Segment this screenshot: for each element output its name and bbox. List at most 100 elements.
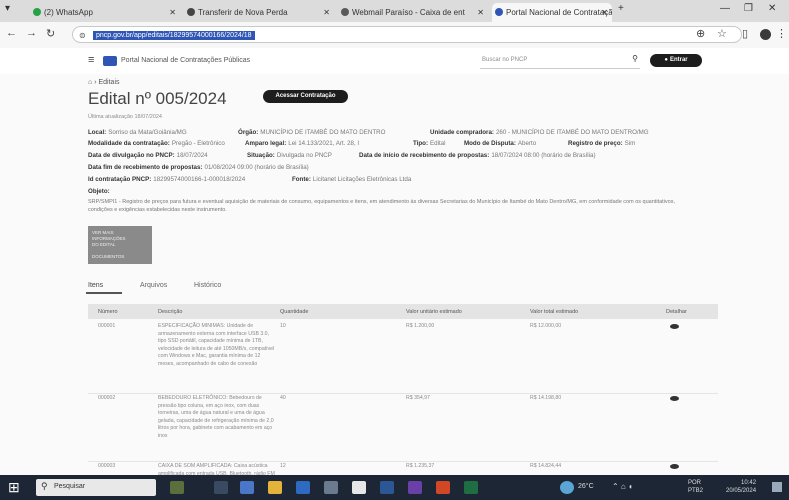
breadcrumb-editais[interactable]: Editais	[98, 79, 119, 86]
site-search-input[interactable]: Buscar no PNCP ⚲	[480, 54, 640, 69]
col-valor-total: Valor total estimado	[530, 309, 579, 315]
field-fonte: Fonte: Licitanet Licitações Eletrônicas L…	[292, 176, 412, 183]
file-explorer-icon[interactable]	[268, 481, 282, 494]
field-id-contratacao: Id contratação PNCP: 18299574000166-1-000…	[88, 176, 246, 183]
view-detail-icon[interactable]	[670, 396, 679, 401]
documents-box[interactable]: VER MAIS INFORMAÇÕES DO EDITAL DOCUMENTO…	[88, 226, 152, 264]
access-contratacao-button[interactable]: Acessar Contratação	[263, 90, 348, 103]
url-field[interactable]: ⊜ pncp.gov.br/app/editais/18299574000166…	[72, 26, 742, 43]
back-icon[interactable]: ←	[6, 27, 17, 39]
reload-icon[interactable]: ↻	[46, 27, 55, 40]
login-button[interactable]: ● Entrar	[650, 54, 702, 67]
tab-history[interactable]: Histórico	[194, 282, 221, 289]
tab-webmail[interactable]: Webmail Paraíso - Caixa de ent ✕	[338, 3, 488, 22]
clock[interactable]: 10:42 20/05/2024	[726, 479, 756, 495]
outlook-icon[interactable]	[296, 481, 310, 494]
field-modo-disputa: Modo de Disputa: Aberto	[464, 140, 537, 147]
whatsapp-icon	[33, 8, 41, 16]
table-header: Número Descrição Quantidade Valor unitár…	[88, 304, 718, 319]
close-tab-icon[interactable]: ✕	[601, 3, 608, 22]
edge-icon[interactable]	[240, 481, 254, 494]
tab-list-icon[interactable]: ▾	[5, 3, 10, 14]
view-detail-icon[interactable]	[670, 464, 679, 469]
browser-tab-bar: ▾ (2) WhatsApp ✕ Transferir de Nova Perd…	[0, 0, 789, 22]
windows-start-icon[interactable]: ⊞	[8, 480, 22, 494]
mail-icon	[341, 8, 349, 16]
address-bar-row: ← → ↻ ⊜ pncp.gov.br/app/editais/18299574…	[0, 22, 789, 48]
tab-whatsapp[interactable]: (2) WhatsApp ✕	[30, 3, 180, 22]
profile-avatar[interactable]	[760, 29, 771, 40]
store-icon[interactable]	[352, 481, 366, 494]
new-tab-button[interactable]: +	[618, 3, 624, 14]
site-info-icon[interactable]: ⊜	[79, 27, 86, 44]
maximize-icon[interactable]: ❐	[744, 3, 753, 14]
col-quantidade: Quantidade	[280, 309, 309, 315]
close-tab-icon[interactable]: ✕	[323, 3, 330, 22]
taskbar: ⊞ ⚲ Pesquisar 26°C ⌃ ⌂ ◖ POR PTB2 10:42 20…	[0, 475, 789, 500]
taskbar-search[interactable]: ⚲ Pesquisar	[36, 479, 156, 496]
row-quantity: 12	[280, 463, 286, 469]
breadcrumb: ⌂ › Editais	[88, 79, 120, 86]
field-unidade: Unidade compradora: 260 - MUNICÍPIO DE IT…	[430, 129, 649, 136]
language-indicator[interactable]: POR PTB2	[688, 479, 703, 495]
row-unit-value: R$ 1.200,00	[406, 323, 435, 329]
weather-temp: 26°C	[578, 483, 594, 490]
close-tab-icon[interactable]: ✕	[169, 3, 176, 22]
view-detail-icon[interactable]	[670, 324, 679, 329]
row-total-value: R$ 14.824,44	[530, 463, 562, 469]
weather-icon[interactable]	[560, 481, 574, 494]
row-description: CAIXA DE SOM AMPLIFICADA: Caixa acústica…	[158, 463, 275, 475]
col-detalhar: Detalhar	[666, 309, 687, 315]
object-label: Objeto:	[88, 188, 110, 195]
last-updated: Última atualização 18/07/2024	[88, 114, 162, 120]
pncp-logo	[103, 56, 117, 66]
field-registro-preco: Registro de preço: Sim	[568, 140, 636, 147]
table-row: 000003 CAIXA DE SOM AMPLIFICADA: Caixa a…	[88, 461, 718, 475]
col-descricao: Descrição	[158, 309, 183, 315]
field-local: Local: Sorriso da Mata/Goiânia/MG	[88, 129, 187, 136]
page-title: Edital nº 005/2024	[88, 89, 227, 108]
tab-files[interactable]: Arquivos	[140, 282, 167, 289]
col-numero: Número	[98, 309, 118, 315]
close-tab-icon[interactable]: ✕	[477, 3, 484, 22]
table-row: 000001 ESPECIFICAÇÃO MINIMAS: Unidade de…	[88, 321, 718, 394]
tab-transferir[interactable]: Transferir de Nova Perda ✕	[184, 3, 334, 22]
row-total-value: R$ 12.000,00	[530, 323, 562, 329]
row-unit-value: R$ 354,97	[406, 395, 430, 401]
row-description: ESPECIFICAÇÃO MINIMAS: Unidade de armaze…	[158, 323, 275, 367]
browser-menu-icon[interactable]: ⋮	[776, 27, 787, 40]
tab-items[interactable]: Itens	[88, 282, 103, 289]
excel-icon[interactable]	[464, 481, 478, 494]
row-number: 000003	[98, 463, 116, 469]
minimize-icon[interactable]: —	[720, 3, 730, 14]
close-window-icon[interactable]: ✕	[768, 3, 776, 14]
tab-pncp[interactable]: Portal Nacional de Contratação ✕	[492, 3, 612, 22]
app-icon[interactable]	[324, 481, 338, 494]
site-title: Portal Nacional de Contratações Públicas	[121, 57, 251, 64]
office-icon[interactable]	[436, 481, 450, 494]
widget-icon[interactable]	[170, 481, 184, 494]
field-data-divulgacao: Data de divulgação no PNCP: 18/07/2024	[88, 152, 208, 159]
field-modalidade: Modalidade da contratação: Pregão - Eletr…	[88, 140, 225, 147]
search-icon[interactable]: ⚲	[632, 54, 638, 63]
chrome-icon[interactable]	[380, 481, 394, 494]
tray-icons[interactable]: ⌃ ⌂ ◖	[612, 482, 633, 491]
field-situacao: Situação: Divulgada no PNCP	[247, 152, 332, 159]
row-number: 000002	[98, 395, 116, 401]
forward-icon[interactable]: →	[26, 27, 37, 39]
notification-icon[interactable]	[772, 482, 782, 492]
row-total-value: R$ 14.198,80	[530, 395, 562, 401]
teams-icon[interactable]	[408, 481, 422, 494]
search-icon: ⚲	[41, 481, 48, 491]
field-orgao: Órgão: MUNICÍPIO DE ITAMBÉ DO MATO DENTRO	[238, 129, 386, 136]
user-icon: ●	[664, 57, 668, 63]
task-view-icon[interactable]	[214, 481, 228, 494]
sidebar-icon[interactable]: ▯	[742, 27, 748, 40]
row-quantity: 10	[280, 323, 286, 329]
bookmark-star-icon[interactable]: ☆	[717, 27, 727, 40]
zoom-icon[interactable]: ⊕	[696, 27, 705, 40]
site-header: ≡ Portal Nacional de Contratações Públic…	[0, 48, 789, 75]
field-amparo: Amparo legal: Lei 14.133/2021, Art. 28, I	[245, 140, 360, 147]
home-icon[interactable]: ⌂	[88, 79, 92, 86]
hamburger-menu-icon[interactable]: ≡	[88, 54, 94, 66]
